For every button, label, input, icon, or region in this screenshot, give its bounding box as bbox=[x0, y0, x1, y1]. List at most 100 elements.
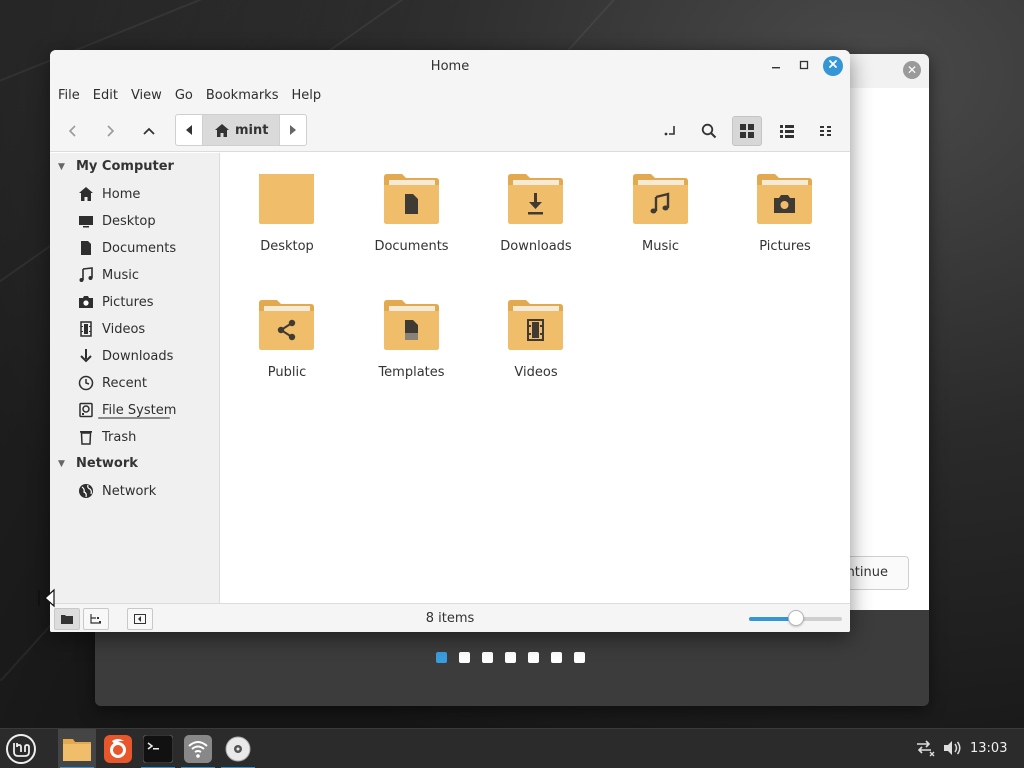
file-item-desktop[interactable]: Desktop bbox=[232, 171, 342, 254]
file-item-label: Public bbox=[267, 365, 307, 380]
file-item-label: Desktop bbox=[260, 239, 314, 254]
folder-public-icon bbox=[257, 297, 317, 357]
path-scroll-left[interactable] bbox=[176, 115, 202, 145]
sidebar-item-network[interactable]: Network bbox=[78, 483, 156, 499]
file-item-pictures[interactable]: Pictures bbox=[730, 171, 840, 254]
folder-videos-icon bbox=[506, 297, 566, 357]
menu-edit[interactable]: Edit bbox=[93, 82, 126, 110]
window-title: Home bbox=[430, 59, 470, 74]
sidebar-item-label: Pictures bbox=[102, 294, 154, 310]
terminal-icon bbox=[143, 735, 173, 763]
taskbar-network-manager[interactable] bbox=[179, 729, 217, 768]
slide-dot[interactable] bbox=[505, 652, 516, 663]
file-item-downloads[interactable]: Downloads bbox=[481, 171, 591, 254]
menu-help[interactable]: Help bbox=[291, 82, 329, 110]
volume-icon[interactable] bbox=[941, 739, 963, 757]
sidebar-item-downloads[interactable]: Downloads bbox=[78, 348, 173, 364]
sidebar-item-desktop[interactable]: Desktop bbox=[78, 213, 156, 229]
file-item-videos[interactable]: Videos bbox=[481, 297, 591, 380]
taskbar-disc[interactable] bbox=[219, 729, 257, 768]
folder-pictures-icon bbox=[755, 171, 815, 231]
menu-bookmarks[interactable]: Bookmarks bbox=[206, 82, 287, 110]
minimize-button[interactable] bbox=[766, 56, 786, 76]
sidebar-item-label: File System bbox=[102, 402, 177, 418]
taskbar-terminal[interactable] bbox=[139, 729, 177, 768]
globe-icon bbox=[78, 483, 94, 499]
folder-music-icon bbox=[631, 171, 691, 231]
sidebar-item-music[interactable]: Music bbox=[78, 267, 139, 283]
search-button[interactable] bbox=[694, 116, 724, 146]
firefox-icon bbox=[104, 735, 132, 763]
file-grid: Desktop Documents Downloads Music Pictures Pu… bbox=[221, 153, 850, 603]
zoom-slider-handle[interactable] bbox=[787, 610, 804, 626]
minimize-icon bbox=[772, 67, 780, 69]
list-view-button[interactable] bbox=[772, 116, 802, 146]
sidebar-item-documents[interactable]: Documents bbox=[78, 240, 176, 256]
slide-dot[interactable] bbox=[482, 652, 493, 663]
path-scroll-right[interactable] bbox=[280, 115, 306, 145]
drag-indicator bbox=[98, 417, 170, 419]
files-app-icon bbox=[63, 739, 91, 761]
file-item-label: Documents bbox=[374, 239, 449, 254]
folder-templates-icon bbox=[382, 297, 442, 357]
sidebar-item-home[interactable]: Home bbox=[78, 186, 140, 202]
sidebar-section-label: My Computer bbox=[76, 159, 174, 174]
drive-icon bbox=[78, 402, 94, 418]
sidebar-item-videos[interactable]: Videos bbox=[78, 321, 145, 337]
sidebar-item-file-system[interactable]: File System bbox=[78, 402, 176, 418]
sidebar-item-label: Recent bbox=[102, 375, 147, 391]
forward-button[interactable] bbox=[95, 116, 125, 146]
path-segment-home[interactable]: mint bbox=[202, 115, 280, 145]
sidebar-item-label: Documents bbox=[102, 240, 177, 256]
sidebar-item-label: Desktop bbox=[102, 213, 156, 229]
location-toggle-icon bbox=[664, 126, 675, 136]
clock[interactable]: 13:03 bbox=[970, 741, 1007, 756]
slide-dot[interactable] bbox=[528, 652, 539, 663]
file-item-templates[interactable]: Templates bbox=[357, 297, 467, 380]
compact-view-button[interactable] bbox=[811, 116, 841, 146]
sidebar-item-label: Videos bbox=[102, 321, 146, 337]
triangle-down-icon: ▼ bbox=[58, 161, 65, 172]
file-item-public[interactable]: Public bbox=[232, 297, 342, 380]
mint-logo-icon bbox=[6, 734, 36, 764]
menu-go[interactable]: Go bbox=[175, 82, 201, 110]
network-status-icon[interactable] bbox=[914, 739, 936, 757]
icon-view-button[interactable] bbox=[732, 116, 762, 146]
film-icon bbox=[78, 321, 94, 337]
sidebar-item-pictures[interactable]: Pictures bbox=[78, 294, 153, 310]
sidebar-item-recent[interactable]: Recent bbox=[78, 375, 147, 391]
home-icon bbox=[215, 123, 229, 137]
grid-icon bbox=[740, 124, 754, 138]
taskbar-files[interactable] bbox=[58, 729, 96, 768]
chevron-right-icon bbox=[107, 125, 115, 137]
file-item-label: Music bbox=[642, 239, 679, 254]
file-item-music[interactable]: Music bbox=[606, 171, 716, 254]
welcome-close-button[interactable]: ✕ bbox=[903, 61, 921, 79]
taskbar-firefox[interactable] bbox=[99, 729, 137, 768]
sidebar-item-label: Network bbox=[102, 483, 157, 499]
close-button[interactable] bbox=[823, 56, 843, 76]
slide-dot[interactable] bbox=[574, 652, 585, 663]
toggle-location-button[interactable] bbox=[655, 116, 685, 146]
sidebar-item-trash[interactable]: Trash bbox=[78, 429, 136, 445]
triangle-down-icon: ▼ bbox=[58, 458, 65, 469]
wifi-app-icon bbox=[184, 735, 212, 763]
start-menu-button[interactable] bbox=[2, 729, 40, 768]
slide-dot[interactable] bbox=[459, 652, 470, 663]
file-item-documents[interactable]: Documents bbox=[357, 171, 467, 254]
desktop-icon bbox=[78, 213, 94, 229]
clock-icon bbox=[78, 375, 94, 391]
file-item-label: Pictures bbox=[759, 239, 811, 254]
slide-dot[interactable] bbox=[436, 652, 447, 663]
menu-file[interactable]: File bbox=[58, 82, 88, 110]
disc-icon bbox=[225, 736, 251, 762]
sidebar-section-my-computer[interactable]: ▼ My Computer bbox=[58, 159, 174, 174]
up-button[interactable] bbox=[134, 116, 164, 146]
sidebar-item-label: Music bbox=[102, 267, 139, 283]
slide-dot[interactable] bbox=[551, 652, 562, 663]
back-button[interactable] bbox=[58, 116, 88, 146]
sidebar: ▼ My Computer Home Desktop Documents Music Pic… bbox=[50, 153, 220, 603]
maximize-button[interactable] bbox=[794, 56, 814, 76]
menu-view[interactable]: View bbox=[131, 82, 170, 110]
sidebar-section-network[interactable]: ▼ Network bbox=[58, 456, 138, 471]
